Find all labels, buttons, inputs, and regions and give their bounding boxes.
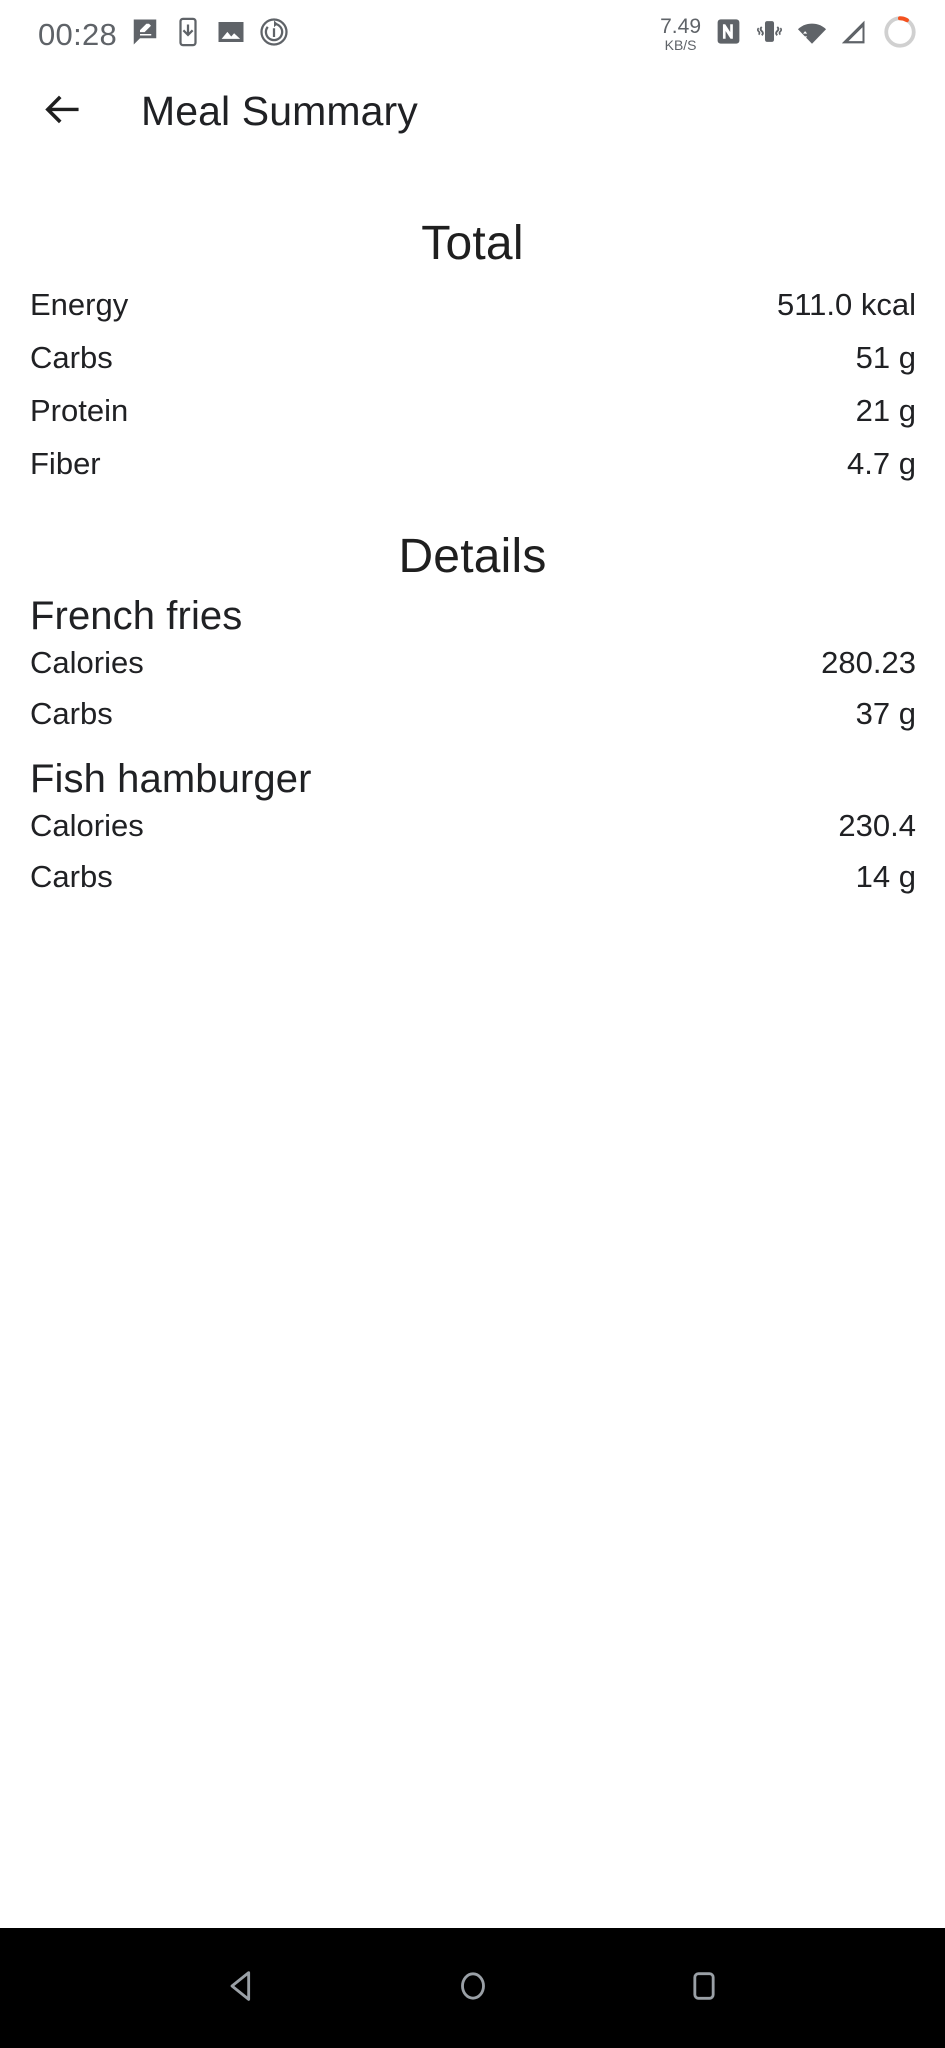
phone-screen: 00:28 7.49 KB/S Meal Summary Total Energ… [0, 0, 945, 2048]
nutrient-value: 4.7 g [847, 446, 916, 481]
table-row: Calories 230.4 [0, 808, 945, 859]
page-title: Meal Summary [141, 87, 418, 134]
network-speed-unit: KB/S [664, 37, 697, 53]
nfc-icon [714, 17, 743, 51]
nutrient-label: Carbs [30, 859, 113, 894]
details-section-heading: Details [398, 530, 547, 583]
nutrient-value: 21 g [855, 393, 916, 428]
wifi-data-transfer-icon [796, 17, 828, 52]
download-to-phone-icon [173, 17, 203, 52]
food-item-name: Fish hamburger [30, 757, 312, 801]
details-item: Fish hamburger Calories 230.4 Carbs 14 g [0, 757, 945, 910]
home-nav-button[interactable] [429, 1944, 517, 2032]
status-bar-left: 00:28 [38, 17, 289, 52]
nutrient-label: Calories [30, 645, 144, 680]
main-content: Total Energy 511.0 kcal Carbs 51 g Prote… [0, 154, 945, 1928]
nutrient-label: Carbs [30, 696, 113, 731]
table-row: Energy 511.0 kcal [0, 287, 945, 340]
details-item: French fries Calories 280.23 Carbs 37 g [0, 594, 945, 747]
status-bar-right: 7.49 KB/S [660, 13, 919, 56]
nutrient-value: 280.23 [821, 645, 916, 680]
total-section-heading: Total [421, 217, 524, 270]
food-item-nutrition-list: Calories 230.4 Carbs 14 g [0, 808, 945, 910]
triangle-left-icon [222, 1966, 262, 2011]
back-button[interactable] [30, 79, 94, 143]
network-speed-indicator: 7.49 KB/S [660, 16, 701, 52]
table-row: Calories 280.23 [0, 645, 945, 696]
status-clock: 00:28 [38, 16, 118, 52]
cellular-signal-icon [839, 17, 870, 52]
food-item-name: French fries [30, 594, 243, 638]
nutrient-label: Protein [30, 393, 129, 428]
square-icon [684, 1966, 724, 2011]
nutrient-label: Energy [30, 287, 129, 322]
table-row: Carbs 14 g [0, 859, 945, 910]
status-bar: 00:28 7.49 KB/S [0, 0, 945, 68]
nutrient-value: 51 g [855, 340, 916, 375]
table-row: Carbs 51 g [0, 340, 945, 393]
table-row: Fiber 4.7 g [0, 446, 945, 499]
nutrient-label: Carbs [30, 340, 113, 375]
sync-rotate-icon [259, 17, 289, 52]
back-nav-button[interactable] [198, 1944, 286, 2032]
image-icon [216, 17, 246, 52]
android-navigation-bar [0, 1928, 945, 2048]
recents-nav-button[interactable] [660, 1944, 748, 2032]
table-row: Protein 21 g [0, 393, 945, 446]
nutrient-label: Calories [30, 808, 144, 843]
nutrient-value: 511.0 kcal [776, 287, 916, 322]
table-row: Carbs 37 g [0, 696, 945, 747]
nutrient-value: 37 g [855, 696, 916, 731]
circle-icon [453, 1966, 493, 2011]
network-speed-value: 7.49 [660, 15, 701, 38]
nutrient-label: Fiber [30, 446, 101, 481]
message-compose-icon [130, 17, 160, 52]
nutrient-value: 230.4 [838, 808, 916, 843]
battery-ring-icon [881, 13, 919, 56]
vibrate-icon [754, 16, 785, 52]
food-item-nutrition-list: Calories 280.23 Carbs 37 g [0, 645, 945, 747]
nutrient-value: 14 g [855, 859, 916, 894]
arrow-left-icon [39, 86, 86, 136]
total-nutrition-list: Energy 511.0 kcal Carbs 51 g Protein 21 … [0, 287, 945, 499]
app-bar: Meal Summary [0, 68, 945, 154]
